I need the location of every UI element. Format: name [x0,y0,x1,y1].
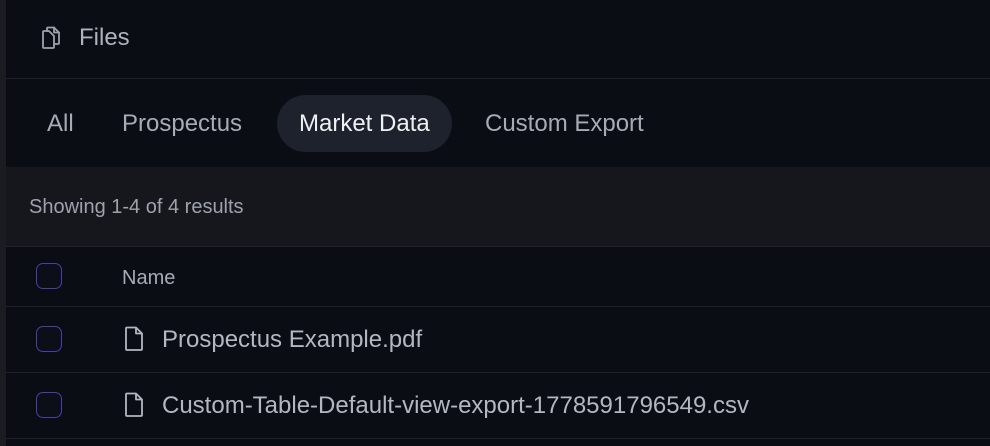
select-all-checkbox[interactable] [36,263,62,289]
tab-bar: All Prospectus Market Data Custom Export [6,79,990,167]
file-name-link[interactable]: Custom-Table-Default-view-export-1778591… [162,391,749,421]
tab-all[interactable]: All [28,95,93,152]
files-panel: Files All Prospectus Market Data Custom … [0,0,990,446]
file-icon [123,392,145,418]
results-bar: Showing 1-4 of 4 results [6,167,990,247]
files-table: Name Prospectus Example.pdf Custom-Table… [6,247,990,439]
tab-prospectus[interactable]: Prospectus [103,95,261,152]
row-checkbox[interactable] [36,326,62,352]
column-header-name[interactable]: Name [122,266,175,290]
files-icon [40,26,62,50]
tab-custom-export[interactable]: Custom Export [467,95,662,152]
file-name-link[interactable]: Prospectus Example.pdf [162,325,422,355]
table-header-row: Name [6,247,990,307]
results-summary: Showing 1-4 of 4 results [29,196,244,218]
table-row[interactable]: Custom-Table-Default-view-export-1778591… [6,373,990,439]
table-row[interactable]: Prospectus Example.pdf [6,307,990,373]
page-title: Files [79,24,130,51]
row-checkbox[interactable] [36,392,62,418]
tab-market-data[interactable]: Market Data [277,95,452,152]
panel-header: Files [6,0,990,79]
file-icon [123,326,145,352]
